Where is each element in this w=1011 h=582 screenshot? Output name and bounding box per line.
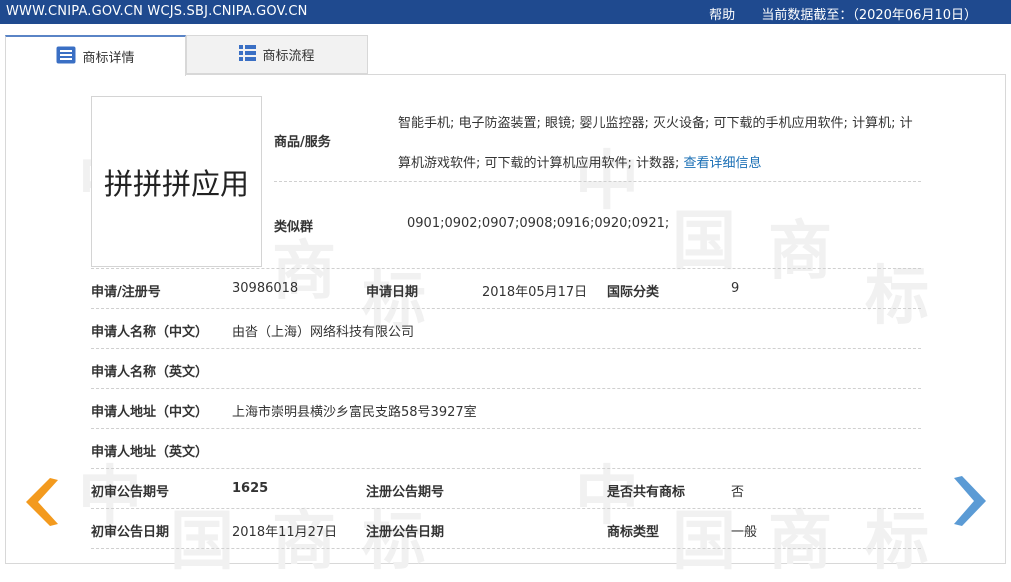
watermark-char: 国 bbox=[672, 505, 736, 579]
type-label: 商标类型 bbox=[607, 525, 660, 540]
divider bbox=[91, 348, 921, 349]
site-urls: WWW.CNIPA.GOV.CN WCJS.SBJ.CNIPA.GOV.CN bbox=[6, 4, 308, 19]
address-cn-label: 申请人地址（中文） bbox=[91, 405, 209, 420]
watermark-char: 标 bbox=[865, 505, 929, 579]
watermark-char: 国 bbox=[170, 505, 234, 579]
tab-label: 商标详情 bbox=[82, 51, 135, 66]
divider bbox=[91, 548, 921, 549]
divider bbox=[91, 428, 921, 429]
watermark-char: 商 bbox=[768, 505, 832, 579]
goods-text: 智能手机; 电子防盗装置; 眼镜; 婴儿监控器; 灭火设备; 可下载的手机应用软… bbox=[398, 116, 913, 171]
intl-class-label: 国际分类 bbox=[607, 285, 660, 300]
list-icon bbox=[56, 46, 76, 68]
watermark-char: 标 bbox=[865, 260, 929, 334]
help-link[interactable]: 帮助 bbox=[709, 8, 735, 23]
tab-trademark-process[interactable]: 商标流程 bbox=[186, 35, 368, 74]
watermark-char: 商 bbox=[768, 215, 832, 289]
applicant-cn-value: 由沓（上海）网络科技有限公司 bbox=[232, 325, 415, 340]
similar-group-value: 0901;0902;0907;0908;0916;0920;0921; bbox=[407, 216, 670, 231]
grid-icon bbox=[239, 44, 257, 65]
divider bbox=[91, 388, 921, 389]
prev-arrow-icon[interactable] bbox=[26, 478, 60, 526]
reg-no-label: 申请/注册号 bbox=[91, 285, 161, 300]
tab-label: 商标流程 bbox=[262, 49, 315, 64]
address-cn-value: 上海市崇明县横沙乡富民支路58号3927室 bbox=[232, 405, 477, 420]
view-details-link[interactable]: 查看详细信息 bbox=[684, 156, 762, 171]
tab-bar: 商标详情 商标流程 bbox=[5, 35, 368, 76]
shared-value: 否 bbox=[731, 485, 745, 500]
goods-services: 智能手机; 电子防盗装置; 眼镜; 婴儿监控器; 灭火设备; 可下载的手机应用软… bbox=[398, 104, 914, 184]
divider bbox=[91, 308, 921, 309]
trademark-image-text: 拼拼拼应用 bbox=[103, 166, 249, 201]
prelim-date-label: 初审公告日期 bbox=[91, 525, 170, 540]
similar-group-label: 类似群 bbox=[274, 220, 314, 235]
apply-date-label: 申请日期 bbox=[366, 285, 419, 300]
divider bbox=[274, 181, 921, 182]
trademark-image: 拼拼拼应用 bbox=[91, 96, 262, 267]
reg-pub-date-label: 注册公告日期 bbox=[366, 525, 445, 540]
data-date: 当前数据截至：（2020年06月10日） bbox=[761, 8, 977, 23]
applicant-en-label: 申请人名称（英文） bbox=[91, 365, 209, 380]
type-value: 一般 bbox=[731, 525, 758, 540]
prelim-no-value: 1625 bbox=[232, 481, 269, 496]
next-arrow-icon[interactable] bbox=[952, 476, 986, 526]
apply-date-value: 2018年05月17日 bbox=[482, 285, 588, 300]
goods-label: 商品/服务 bbox=[274, 135, 331, 150]
prelim-no-label: 初审公告期号 bbox=[91, 485, 170, 500]
shared-label: 是否共有商标 bbox=[607, 485, 686, 500]
address-en-label: 申请人地址（英文） bbox=[91, 445, 209, 460]
applicant-cn-label: 申请人名称（中文） bbox=[91, 325, 209, 340]
divider bbox=[91, 268, 921, 269]
reg-no-value: 30986018 bbox=[232, 281, 299, 296]
divider bbox=[91, 468, 921, 469]
tab-trademark-details[interactable]: 商标详情 bbox=[5, 35, 186, 76]
prelim-date-value: 2018年11月27日 bbox=[232, 525, 338, 540]
divider bbox=[91, 508, 921, 509]
reg-pub-no-label: 注册公告期号 bbox=[366, 485, 445, 500]
intl-class-value: 9 bbox=[731, 281, 740, 296]
top-bar: WWW.CNIPA.GOV.CN WCJS.SBJ.CNIPA.GOV.CN 帮… bbox=[0, 0, 1011, 24]
